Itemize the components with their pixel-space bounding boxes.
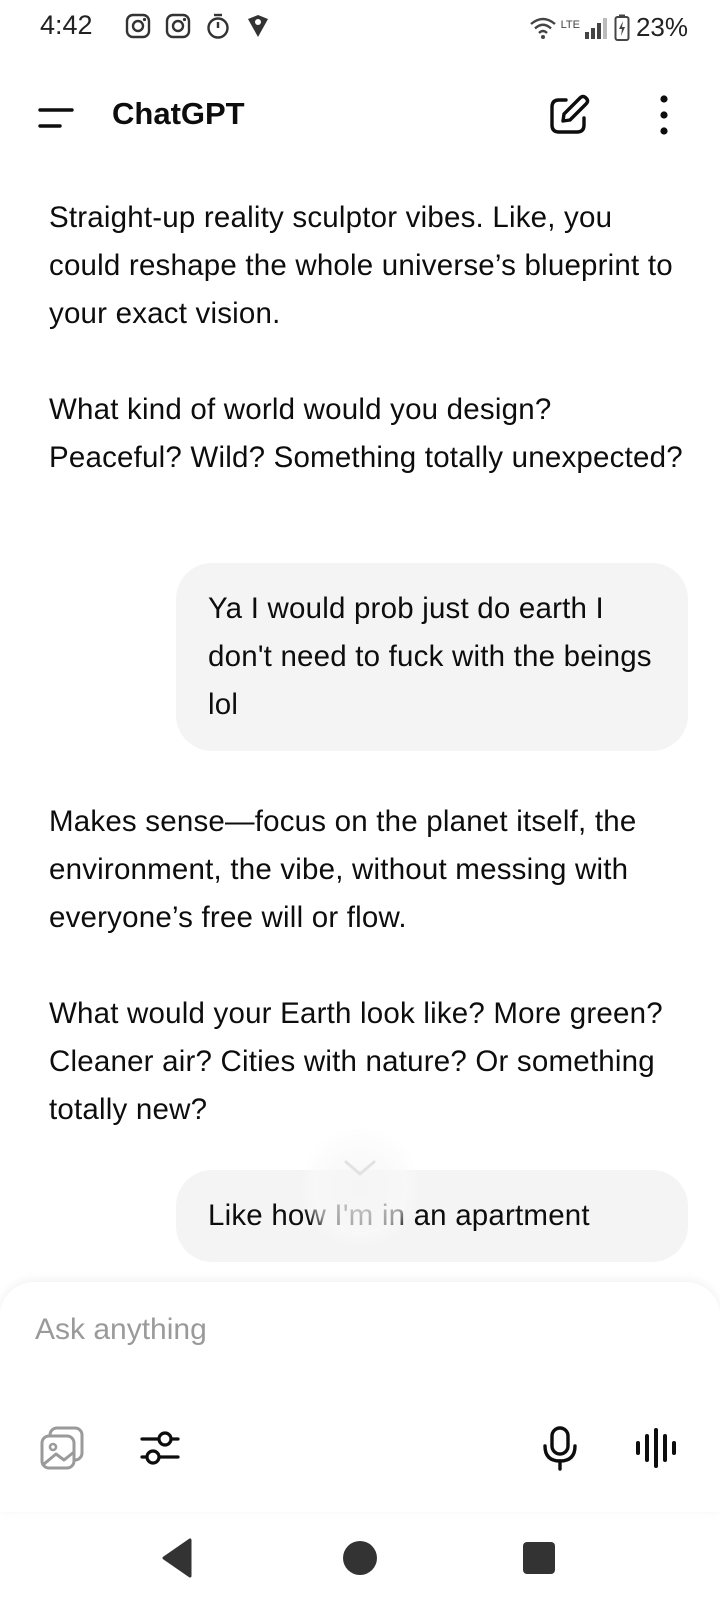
app-header: ChatGPT — [0, 80, 720, 152]
message-paragraph: Makes sense—focus on the planet itself, … — [49, 805, 637, 934]
recents-square-icon — [523, 1542, 555, 1574]
instagram-icon — [125, 13, 151, 39]
status-bar: 4:42 LTE 23% — [0, 0, 720, 54]
assistant-message: Makes sense—focus on the planet itself, … — [49, 798, 689, 1134]
user-message: Ya I would prob just do earth I don't ne… — [176, 563, 688, 751]
home-circle-icon — [343, 1541, 377, 1575]
voice-input-button[interactable] — [536, 1424, 584, 1472]
voice-mode-button[interactable] — [632, 1424, 680, 1472]
conversation[interactable]: Straight-up reality sculptor vibes. Like… — [0, 190, 720, 1290]
battery-charging-icon — [614, 14, 630, 41]
message-paragraph: Straight-up reality sculptor vibes. Like… — [49, 201, 673, 330]
recents-button[interactable] — [515, 1534, 563, 1582]
image-gallery-icon — [40, 1426, 84, 1470]
signal-icon — [584, 17, 607, 39]
sidebar-menu-button[interactable] — [30, 94, 78, 142]
battery-percent: 23% — [635, 12, 688, 42]
status-time: 4:42 — [40, 10, 93, 40]
attach-image-button[interactable] — [38, 1424, 86, 1472]
message-paragraph: What kind of world would you design? Pea… — [49, 393, 683, 474]
composer — [0, 1282, 720, 1512]
stopwatch-icon — [207, 13, 229, 39]
more-options-button[interactable] — [644, 92, 684, 138]
notification-icons — [124, 12, 272, 40]
home-button[interactable] — [336, 1534, 384, 1582]
wifi-icon — [529, 17, 556, 39]
tools-button[interactable] — [136, 1424, 184, 1472]
assistant-message: Straight-up reality sculptor vibes. Like… — [49, 194, 689, 482]
instagram-icon — [165, 13, 191, 39]
sliders-icon — [140, 1431, 180, 1465]
new-chat-button[interactable] — [546, 92, 592, 138]
menu-icon — [38, 108, 74, 128]
page-title: ChatGPT — [112, 96, 245, 131]
scroll-to-bottom-button[interactable] — [300, 1128, 420, 1248]
chevron-down-icon — [344, 1160, 376, 1176]
microphone-icon — [543, 1426, 577, 1471]
system-status: LTE 23% — [529, 12, 688, 43]
network-type: LTE — [560, 18, 580, 31]
message-input[interactable] — [33, 1312, 637, 1348]
back-button[interactable] — [158, 1534, 206, 1582]
system-navigation-bar — [0, 1520, 720, 1612]
back-triangle-icon — [162, 1538, 192, 1578]
message-paragraph: What would your Earth look like? More gr… — [49, 997, 663, 1126]
user-message: Like how I'm in an apartment — [176, 1170, 688, 1262]
waveform-icon — [636, 1428, 676, 1468]
location-shield-icon — [248, 15, 268, 37]
more-vertical-icon — [660, 95, 668, 135]
edit-icon — [550, 94, 590, 134]
